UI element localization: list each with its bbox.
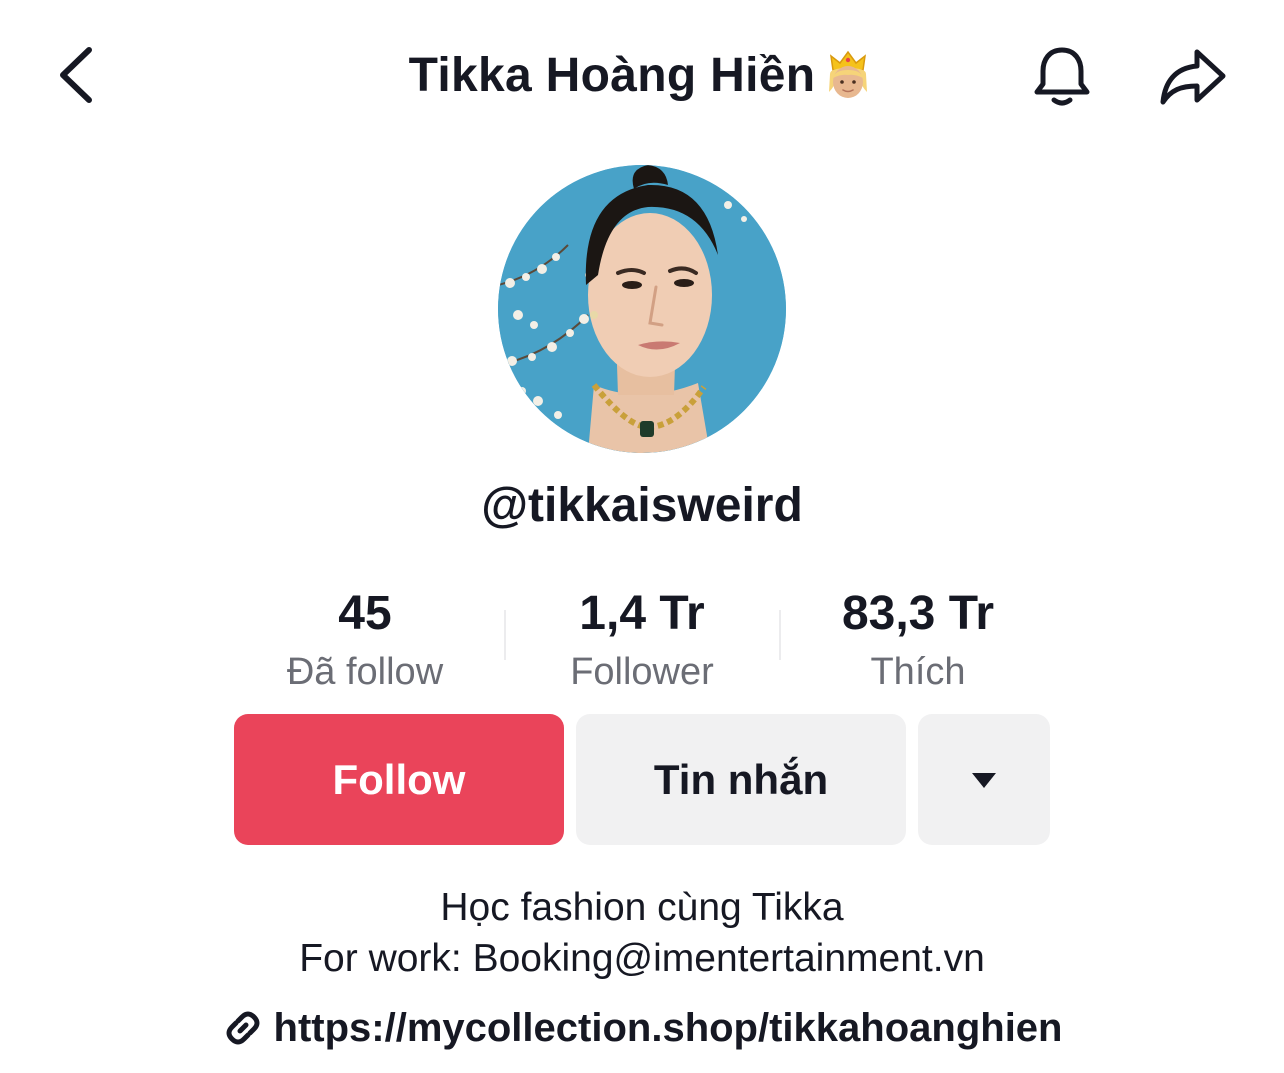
- follow-button[interactable]: Follow: [234, 714, 564, 845]
- bio-line: For work: Booking@imentertainment.vn: [299, 937, 985, 980]
- link-icon: [226, 1011, 259, 1045]
- notification-bell-button[interactable]: [1022, 38, 1102, 116]
- stat-likes-value: 83,3 Tr: [841, 587, 995, 640]
- profile-link-text[interactable]: https://mycollection.shop/tikkahoanghien: [274, 1006, 1063, 1051]
- profile-header: Tikka Hoàng Hiền: [0, 0, 1284, 150]
- triangle-down-icon: [972, 772, 996, 788]
- profile-link[interactable]: https://mycollection.shop/tikkahoanghien: [0, 1000, 1284, 1056]
- profile-title: Tikka Hoàng Hiền: [408, 48, 816, 102]
- avatar[interactable]: [498, 165, 786, 453]
- message-button-label: Tin nhắn: [653, 755, 829, 803]
- bio-line: Học fashion cùng Tikka: [440, 886, 844, 929]
- message-button[interactable]: Tin nhắn: [576, 714, 906, 845]
- stat-likes[interactable]: 83,3 Tr Thích: [798, 585, 1038, 697]
- profile-bio: Học fashion cùng Tikka For work: Booking…: [0, 882, 1284, 984]
- stat-followers[interactable]: 1,4 Tr Follower: [522, 585, 762, 697]
- stat-divider: [779, 610, 781, 660]
- stat-following-label: Đã follow: [286, 651, 444, 693]
- share-arrow-icon: [1160, 49, 1226, 105]
- profile-handle: @tikkaisweird: [481, 479, 803, 532]
- follow-button-label: Follow: [332, 755, 466, 803]
- stat-followers-value: 1,4 Tr: [579, 587, 705, 640]
- crown-princess-emoji: [829, 50, 868, 98]
- avatar-image: [498, 165, 786, 453]
- stat-following[interactable]: 45 Đã follow: [245, 585, 485, 697]
- stat-followers-label: Follower: [570, 651, 714, 693]
- stat-divider: [504, 610, 506, 660]
- bell-icon: [1034, 47, 1090, 106]
- stat-following-value: 45: [338, 587, 392, 640]
- stat-likes-label: Thích: [870, 651, 966, 693]
- share-button[interactable]: [1150, 38, 1236, 116]
- more-options-button[interactable]: [918, 714, 1050, 845]
